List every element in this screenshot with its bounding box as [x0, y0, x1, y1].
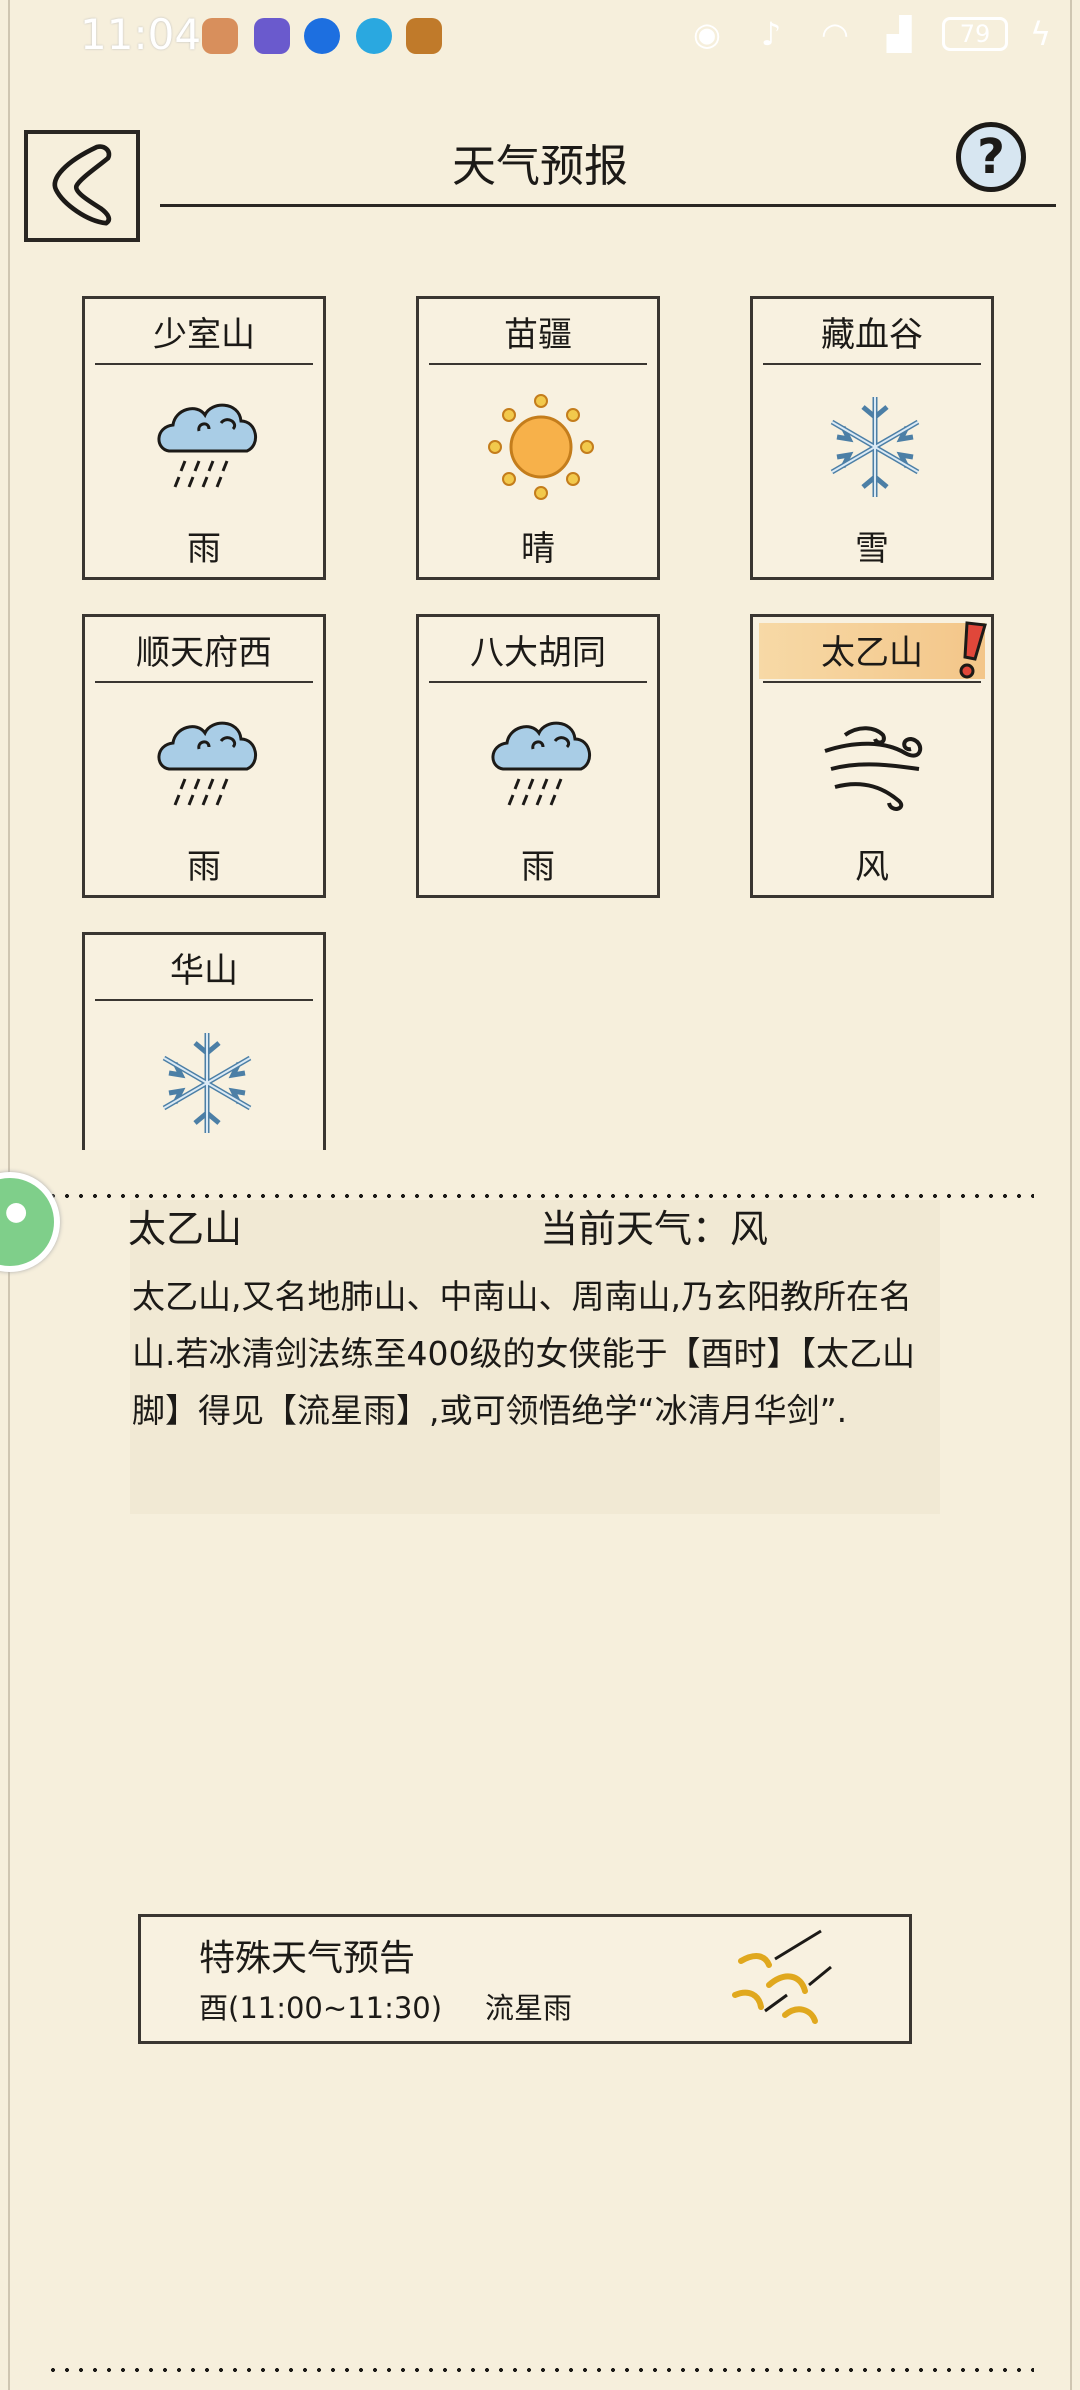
card-location-name: 顺天府西: [136, 633, 272, 673]
card-location-name: 八大胡同: [470, 633, 606, 673]
card-weather-label: 雪: [855, 529, 889, 569]
card-divider: [763, 363, 981, 365]
card-divider: [429, 681, 647, 683]
wind-icon: [824, 726, 922, 811]
info-current-weather: 当前天气：风: [540, 1207, 769, 1251]
mute-icon: ♪: [760, 15, 782, 53]
snow-icon: [162, 1033, 252, 1133]
location-card-cangxuegu[interactable]: 藏血谷 雪: [750, 296, 994, 580]
location-card-shuntianfuxi[interactable]: 顺天府西 雨: [82, 614, 326, 898]
card-divider: [95, 681, 313, 683]
app-notification-icon: [304, 18, 340, 54]
special-forecast[interactable]: 特殊天气预告 酉(11:00~11:30) 流星雨: [138, 1914, 912, 2044]
card-location-name: 藏血谷: [821, 315, 923, 355]
card-weather-label: 晴: [521, 529, 555, 569]
page-frame-right: [1070, 0, 1072, 2390]
help-button[interactable]: ?: [956, 122, 1026, 192]
location-card-shaoshishan[interactable]: 少室山 雨: [82, 296, 326, 580]
special-forecast-title: 特殊天气预告: [199, 1938, 416, 1979]
special-forecast-event: 流星雨: [485, 1991, 573, 2025]
card-divider: [95, 363, 313, 365]
card-weather-label: 风: [855, 847, 889, 887]
location-card-miaojiang[interactable]: 苗疆 晴: [416, 296, 660, 580]
battery-icon: 79: [942, 17, 1008, 51]
special-forecast-time: 酉(11:00~11:30): [199, 1991, 443, 2025]
status-icons: ◉ ♪ ◠ ▟ 79 ϟ: [686, 15, 1052, 53]
rain-icon: [157, 721, 257, 806]
dotted-divider-bottom: [46, 2368, 1034, 2372]
card-location-name: 苗疆: [504, 315, 572, 355]
card-location-name: 华山: [170, 951, 238, 991]
info-location: 太乙山: [128, 1207, 243, 1251]
meteor-shower-icon: [732, 1929, 832, 2024]
header-divider: [160, 204, 1056, 207]
card-location-name: 少室山: [153, 315, 255, 355]
card-weather-label: 雨: [187, 847, 221, 887]
status-time: 11:04: [80, 10, 202, 59]
floating-badge[interactable]: ●: [0, 1172, 60, 1272]
charging-icon: ϟ: [1030, 15, 1052, 53]
app-notification-icon: [406, 18, 442, 54]
app-notification-icon: [202, 18, 238, 54]
alert-icon: [959, 621, 987, 679]
status-bar: 11:04 ◉ ♪ ◠ ▟ 79 ϟ: [0, 0, 1080, 76]
eye-icon: ◉: [693, 15, 721, 53]
card-weather-label: 雨: [521, 847, 555, 887]
rain-icon: [491, 721, 591, 806]
card-weather-label: 雨: [187, 529, 221, 569]
app-notification-icon: [356, 18, 392, 54]
location-card-badahutong[interactable]: 八大胡同 雨: [416, 614, 660, 898]
location-card-huashan[interactable]: 华山: [82, 932, 326, 1150]
app-notification-icon: [254, 18, 290, 54]
wifi-icon: ◠: [821, 15, 849, 53]
location-card-taiyishan[interactable]: 太乙山 风: [750, 614, 994, 898]
page-title: 天气预报: [452, 141, 628, 192]
header: 天气预报 ?: [0, 100, 1080, 242]
snow-icon: [830, 397, 920, 497]
info-description: 太乙山,又名地肺山、中南山、周南山,乃玄阳教所在名山.若冰清剑法练至400级的女…: [132, 1277, 915, 1430]
rain-icon: [157, 403, 257, 488]
card-divider: [763, 681, 981, 683]
card-divider: [95, 999, 313, 1001]
sun-icon: [488, 394, 594, 500]
card-divider: [429, 363, 647, 365]
signal-icon: ▟: [886, 15, 912, 53]
